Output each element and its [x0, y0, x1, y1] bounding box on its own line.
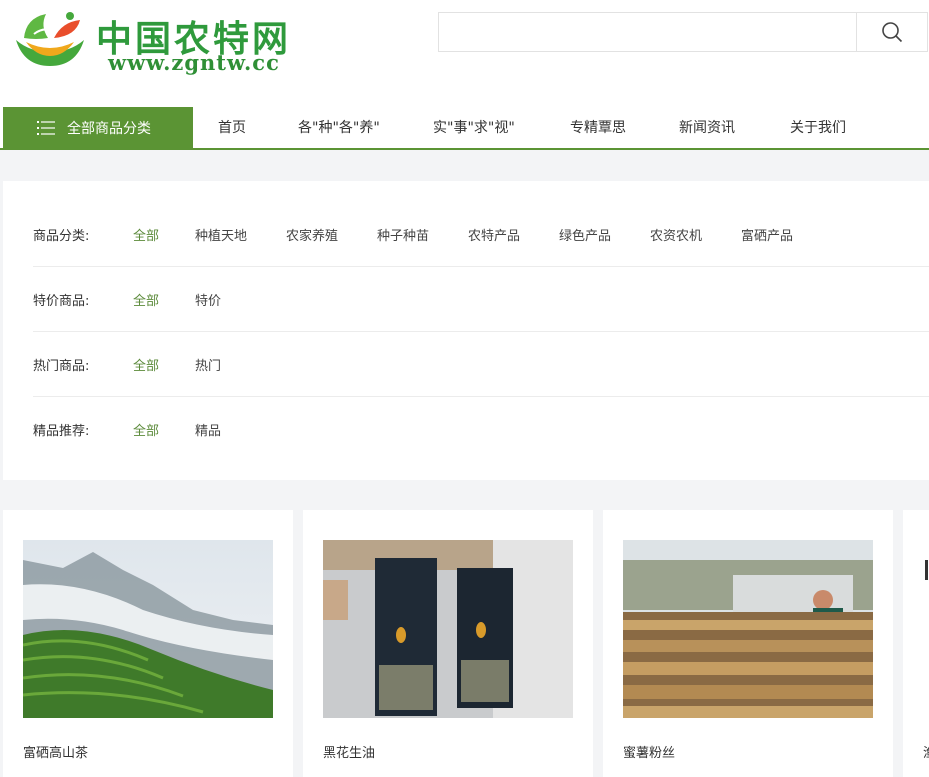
filter-option[interactable]: 特价 — [195, 290, 221, 309]
product-name[interactable]: 富硒高山茶 — [23, 742, 88, 761]
nav-item-specialized[interactable]: 专精覃思 — [570, 107, 626, 149]
nav-item-videos[interactable]: 实"事"求"视" — [433, 107, 515, 149]
all-categories-button[interactable]: 全部商品分类 — [3, 107, 193, 149]
product-name[interactable]: 渔 — [923, 742, 929, 761]
filter-option[interactable]: 热门 — [195, 355, 221, 374]
search-box — [438, 12, 928, 52]
tea-plantation-image[interactable] — [23, 540, 273, 718]
filter-option[interactable]: 种子种苗 — [377, 225, 429, 244]
filter-option[interactable]: 富硒产品 — [741, 225, 793, 244]
search-button[interactable] — [856, 13, 927, 51]
peanut-oil-image[interactable] — [323, 540, 573, 718]
filter-option-all[interactable]: 全部 — [133, 225, 159, 244]
filter-option[interactable]: 农家养殖 — [286, 225, 338, 244]
filter-option[interactable]: 精品 — [195, 420, 221, 439]
filter-label: 商品分类: — [33, 229, 90, 244]
nav-item-about[interactable]: 关于我们 — [790, 107, 846, 149]
sweet-potato-vermicelli-image[interactable] — [623, 540, 873, 718]
filter-option-all[interactable]: 全部 — [133, 290, 159, 309]
product-image[interactable] — [923, 540, 929, 718]
filter-option-all[interactable]: 全部 — [133, 420, 159, 439]
filter-row-category: 商品分类: 全部 种植天地 农家养殖 种子种苗 农特产品 绿色产品 农资农机 富… — [33, 201, 929, 267]
filter-option[interactable]: 农资农机 — [650, 225, 702, 244]
product-card[interactable]: 渔 — [903, 510, 929, 777]
product-card[interactable]: 黑花生油 — [303, 510, 593, 777]
logo-url: www.zgntw.cc — [108, 50, 280, 75]
product-card[interactable]: 蜜薯粉丝 — [603, 510, 893, 777]
nav-underline — [0, 148, 929, 150]
filter-option[interactable]: 农特产品 — [468, 225, 520, 244]
filter-row-recommended: 精品推荐: 全部 精品 — [33, 396, 929, 461]
search-icon — [882, 22, 903, 43]
logo-leaf-icon — [16, 12, 84, 66]
menu-list-icon — [37, 121, 55, 135]
all-categories-label: 全部商品分类 — [67, 121, 151, 137]
filter-option-all[interactable]: 全部 — [133, 355, 159, 374]
filter-label: 特价商品: — [33, 294, 90, 309]
product-name[interactable]: 黑花生油 — [323, 742, 375, 761]
filter-option[interactable]: 种植天地 — [195, 225, 247, 244]
filter-panel: 商品分类: 全部 种植天地 农家养殖 种子种苗 农特产品 绿色产品 农资农机 富… — [3, 181, 929, 480]
search-input[interactable] — [439, 13, 859, 51]
site-logo[interactable]: 中国农特网 www.zgntw.cc — [10, 8, 340, 76]
filter-option[interactable]: 绿色产品 — [559, 225, 611, 244]
filter-label: 精品推荐: — [33, 424, 90, 439]
filter-row-special-price: 特价商品: 全部 特价 — [33, 266, 929, 332]
product-name[interactable]: 蜜薯粉丝 — [623, 742, 675, 761]
nav-item-news[interactable]: 新闻资讯 — [679, 107, 735, 149]
nav-item-home[interactable]: 首页 — [218, 107, 246, 149]
filter-label: 热门商品: — [33, 359, 90, 374]
nav-item-planting-breeding[interactable]: 各"种"各"养" — [298, 107, 380, 149]
product-card[interactable]: 富硒高山茶 — [3, 510, 293, 777]
filter-row-hot: 热门商品: 全部 热门 — [33, 331, 929, 397]
